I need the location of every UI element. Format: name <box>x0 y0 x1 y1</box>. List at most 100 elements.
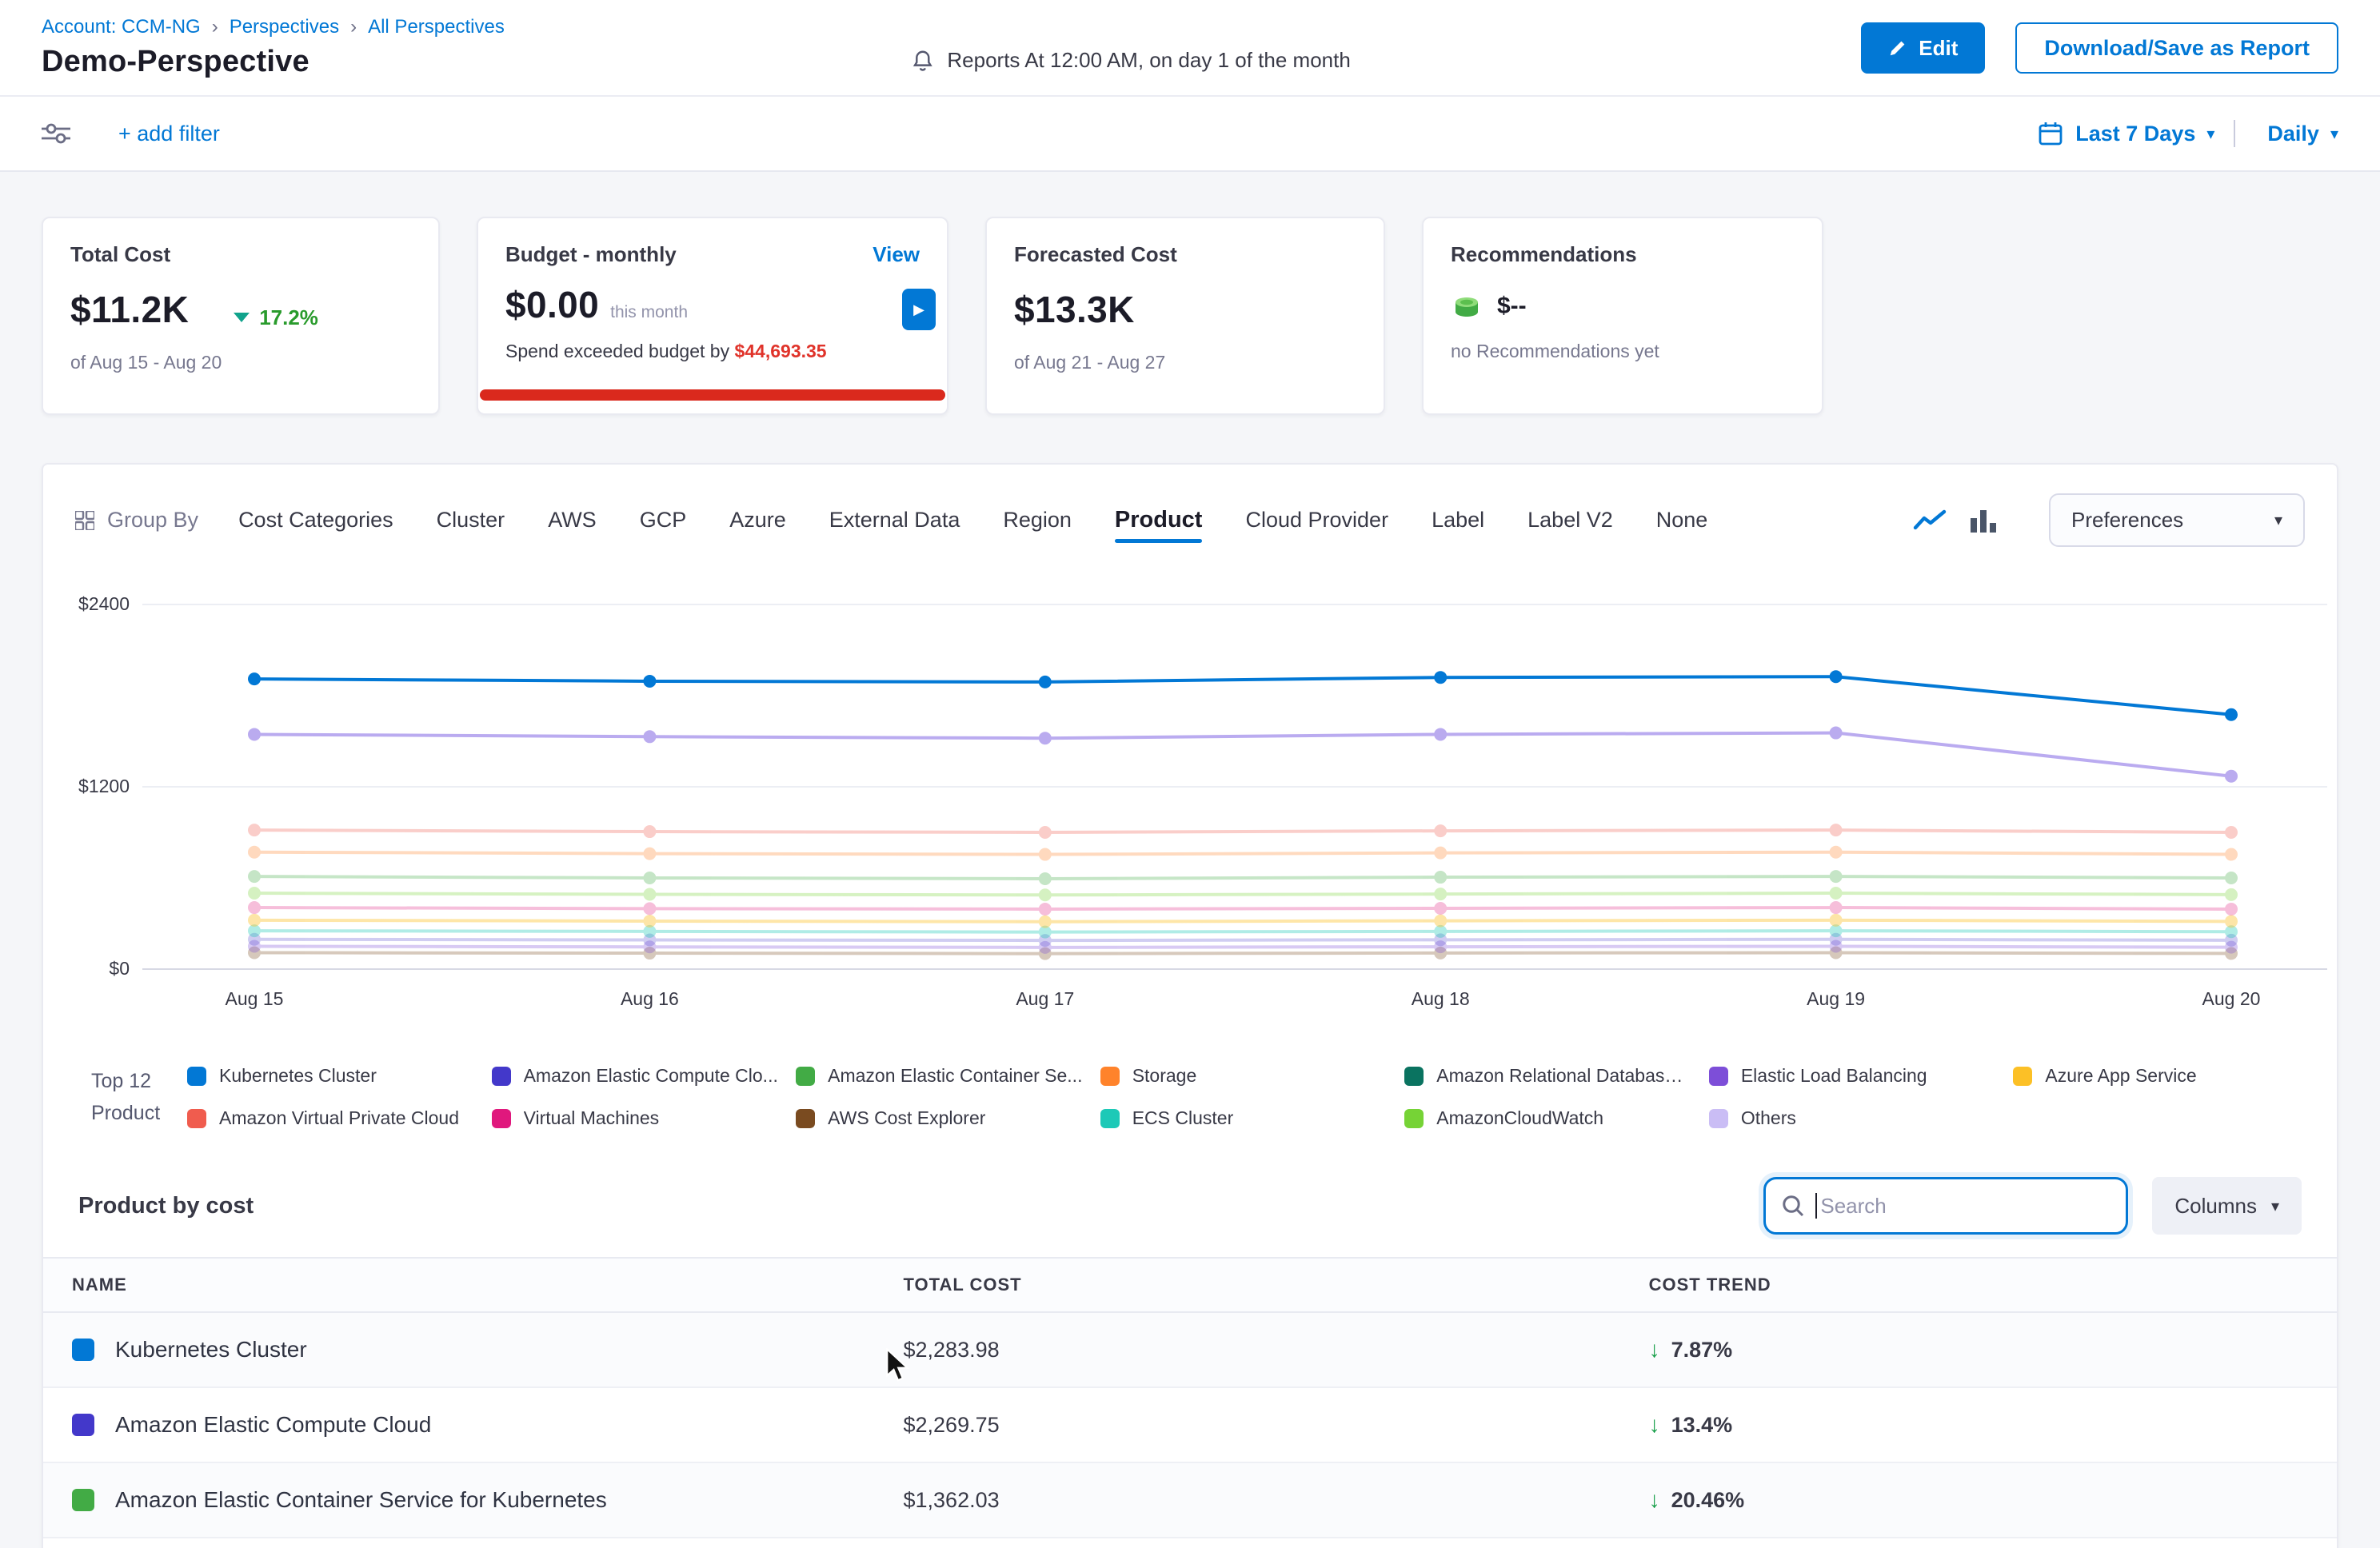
legend-item[interactable]: Kubernetes Cluster <box>187 1065 476 1087</box>
cost-trend-value: ↓13.4% <box>1649 1412 2337 1438</box>
calendar-icon <box>2039 122 2063 146</box>
x-axis-label: Aug 16 <box>621 988 679 1010</box>
tab-label[interactable]: Label <box>1432 508 1484 533</box>
legend-label: AWS Cost Explorer <box>828 1107 985 1129</box>
edit-button[interactable]: Edit <box>1861 22 1985 74</box>
bar-chart-toggle-icon[interactable] <box>1971 509 1996 533</box>
legend-swatch <box>1100 1109 1120 1128</box>
content-area: Total Cost $11.2K 17.2% of Aug 15 - Aug … <box>0 172 2380 1548</box>
granularity-dropdown[interactable]: Daily <box>2267 122 2319 146</box>
columns-dropdown-button[interactable]: Columns ▾ <box>2152 1177 2302 1235</box>
card-title: Budget - monthly <box>505 242 677 267</box>
table-row[interactable]: Amazon Elastic Container Service for Kub… <box>43 1463 2337 1538</box>
line-chart-toggle-icon[interactable] <box>1913 509 1947 533</box>
legend-label: Amazon Virtual Private Cloud <box>219 1107 459 1129</box>
legend-swatch <box>492 1067 511 1086</box>
legend-label: Virtual Machines <box>524 1107 660 1129</box>
legend-item[interactable]: ECS Cluster <box>1100 1107 1389 1129</box>
chevron-down-icon[interactable]: ▾ <box>2330 124 2338 144</box>
legend-item[interactable]: Virtual Machines <box>492 1107 781 1129</box>
budget-view-link[interactable]: View <box>873 242 920 267</box>
legend-item[interactable]: Elastic Load Balancing <box>1709 1065 1998 1087</box>
x-axis-label: Aug 20 <box>2202 988 2261 1010</box>
filter-sliders-icon[interactable] <box>42 122 70 145</box>
search-box <box>1763 1177 2128 1235</box>
cost-line-chart: $2400$1200$0 Aug 15Aug 16Aug 17Aug 18Aug… <box>53 592 2314 1027</box>
cost-trend-value: ↓7.87% <box>1649 1337 2337 1362</box>
tab-cloud-provider[interactable]: Cloud Provider <box>1245 508 1388 533</box>
tab-aws[interactable]: AWS <box>548 508 597 533</box>
tab-region[interactable]: Region <box>1003 508 1072 533</box>
table-body: Kubernetes Cluster$2,283.98↓7.87%Amazon … <box>43 1313 2337 1548</box>
group-by-tabs: Cost Categories Cluster AWS GCP Azure Externa… <box>238 507 1707 533</box>
search-input[interactable] <box>1817 1194 2126 1219</box>
search-icon <box>1782 1195 1804 1217</box>
total-cost-value: $2,269.75 <box>904 1413 1649 1438</box>
topbar-actions: Edit Download/Save as Report <box>1861 22 2338 74</box>
column-header-cost-trend[interactable]: COST TREND <box>1649 1275 2337 1295</box>
preferences-label: Preferences <box>2071 508 2183 533</box>
tab-azure[interactable]: Azure <box>729 508 786 533</box>
card-period: of Aug 21 - Aug 27 <box>1014 352 1356 373</box>
legend-item[interactable]: Amazon Virtual Private Cloud <box>187 1107 476 1129</box>
legend-item[interactable]: Amazon Elastic Compute Clo... <box>492 1065 781 1087</box>
cost-trend-value: ↓20.46% <box>1649 1487 2337 1513</box>
card-title: Recommendations <box>1451 242 1795 267</box>
trend-down-icon: ↓ <box>1649 1487 1660 1513</box>
column-header-name[interactable]: NAME <box>43 1275 904 1295</box>
budget-card: Budget - monthly View $0.00 this month S… <box>477 217 948 415</box>
chart-canvas[interactable] <box>142 592 2327 982</box>
bell-icon <box>910 49 934 73</box>
legend-item[interactable]: AmazonCloudWatch <box>1404 1107 1693 1129</box>
table-title: Product by cost <box>78 1193 254 1219</box>
legend-item[interactable]: Azure App Service <box>2013 1065 2302 1087</box>
legend-label: Kubernetes Cluster <box>219 1065 377 1087</box>
breadcrumb-link[interactable]: Perspectives <box>230 16 339 38</box>
chevron-down-icon[interactable]: ▾ <box>2206 124 2214 144</box>
legend-item[interactable]: Amazon Elastic Container Se... <box>796 1065 1084 1087</box>
legend-label: Others <box>1741 1107 1796 1129</box>
top-bar: Account: CCM-NG›Perspectives›All Perspec… <box>0 0 2380 95</box>
recommendations-value: $-- <box>1497 293 1527 320</box>
product-name: Amazon Elastic Container Service for Kub… <box>115 1487 607 1513</box>
legend-swatch <box>187 1067 206 1086</box>
tab-none[interactable]: None <box>1656 508 1708 533</box>
legend-title: Top 12 Product <box>66 1065 187 1129</box>
grid-icon <box>75 511 94 530</box>
legend-label: ECS Cluster <box>1132 1107 1234 1129</box>
tab-gcp[interactable]: GCP <box>640 508 687 533</box>
legend-item[interactable]: Storage <box>1100 1065 1389 1087</box>
table-row[interactable]: Kubernetes Cluster$2,283.98↓7.87% <box>43 1313 2337 1388</box>
tab-external-data[interactable]: External Data <box>829 508 960 533</box>
breadcrumb-link[interactable]: Account: CCM-NG <box>42 16 201 38</box>
card-next-arrow-button[interactable]: ▶ <box>902 289 936 330</box>
tab-cost-categories[interactable]: Cost Categories <box>238 508 393 533</box>
legend-item[interactable]: Amazon Relational Database ... <box>1404 1065 1693 1087</box>
tab-cluster[interactable]: Cluster <box>437 508 505 533</box>
reports-schedule-note: Reports At 12:00 AM, on day 1 of the mon… <box>910 48 1350 73</box>
breadcrumb-link[interactable]: All Perspectives <box>368 16 505 38</box>
date-range-dropdown[interactable]: Last 7 Days <box>2075 122 2195 146</box>
chart-x-labels: Aug 15Aug 16Aug 17Aug 18Aug 19Aug 20 <box>53 988 2314 1017</box>
legend-label: AmazonCloudWatch <box>1436 1107 1603 1129</box>
pencil-icon <box>1888 38 1907 58</box>
filter-left: + add filter <box>42 122 220 146</box>
column-header-total-cost[interactable]: TOTAL COST <box>904 1275 1649 1295</box>
download-save-report-button[interactable]: Download/Save as Report <box>2015 22 2338 74</box>
divider <box>2234 120 2235 147</box>
group-by-row: Group By Cost CategoriesClusterAWSGCPAzu… <box>43 465 2337 566</box>
trend-percent: 13.4% <box>1671 1413 1733 1438</box>
legend-item[interactable]: Others <box>1709 1107 1998 1129</box>
legend-item[interactable]: AWS Cost Explorer <box>796 1107 1084 1129</box>
filter-right: Last 7 Days ▾ Daily ▾ <box>2039 120 2338 147</box>
preferences-dropdown[interactable]: Preferences ▾ <box>2049 493 2305 547</box>
add-filter-button[interactable]: + add filter <box>118 122 220 146</box>
breadcrumb-separator-icon: › <box>212 16 218 38</box>
reports-note-text: Reports At 12:00 AM, on day 1 of the mon… <box>947 48 1350 73</box>
row-color-swatch <box>72 1414 94 1436</box>
tab-label-v2[interactable]: Label V2 <box>1527 508 1613 533</box>
legend-swatch <box>1404 1109 1424 1128</box>
tab-product[interactable]: Product <box>1115 507 1203 533</box>
table-row[interactable]: Amazon Elastic Compute Cloud$2,269.75↓13… <box>43 1388 2337 1463</box>
recommendations-note: no Recommendations yet <box>1451 341 1795 362</box>
